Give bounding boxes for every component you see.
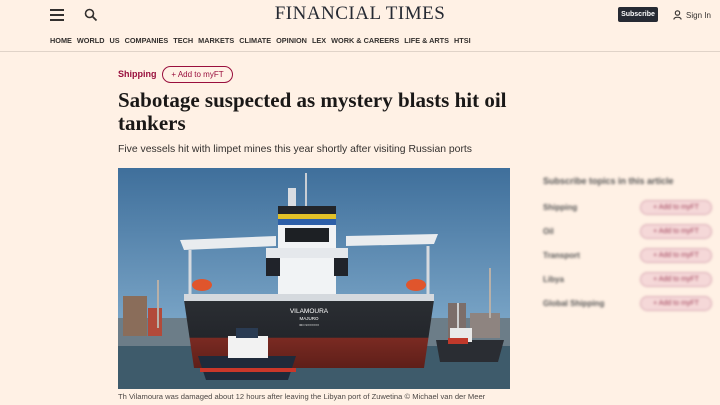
sidebar-topic-label: Transport (543, 251, 580, 260)
ft-logo[interactable]: FINANCIAL TIMES (0, 3, 720, 25)
user-icon (673, 10, 682, 20)
photo-caption: Th Vilamoura was damaged about 12 hours … (118, 392, 486, 401)
sidebar-follow-button[interactable]: + Add to myFT (640, 200, 712, 215)
nav-opinion[interactable]: OPINION (276, 36, 307, 45)
sign-in-link[interactable]: Sign In (673, 8, 711, 22)
sidebar-follow-button[interactable]: + Add to myFT (640, 248, 712, 263)
nav-world[interactable]: WORLD (77, 36, 105, 45)
sidebar-topic-label: Global Shipping (543, 299, 605, 308)
ship-port-text: MAJURO (300, 316, 319, 321)
nav-tech[interactable]: TECH (173, 36, 193, 45)
nav-markets[interactable]: MARKETS (198, 36, 234, 45)
nav-climate[interactable]: CLIMATE (239, 36, 271, 45)
nav-home[interactable]: HOME (50, 36, 72, 45)
nav-lex[interactable]: LEX (312, 36, 326, 45)
sidebar-topic-label: Libya (543, 275, 564, 284)
ship-imo-text: IMO 9XXXXXX (299, 323, 319, 327)
main-nav: HOME WORLD US COMPANIES TECH MARKETS CLI… (50, 36, 471, 45)
add-to-myft-button[interactable]: + Add to myFT (162, 66, 233, 83)
sidebar-topic-label: Oil (543, 227, 554, 236)
topic-link[interactable]: Shipping (118, 69, 157, 79)
nav-life-arts[interactable]: LIFE & ARTS (404, 36, 449, 45)
article-photo: VILAMOURA MAJURO IMO 9XXXXXX (118, 168, 510, 389)
nav-work-careers[interactable]: WORK & CAREERS (331, 36, 399, 45)
article-standfirst: Five vessels hit with limpet mines this … (118, 144, 472, 155)
sidebar-follow-button[interactable]: + Add to myFT (640, 224, 712, 239)
sidebar-follow-button[interactable]: + Add to myFT (640, 272, 712, 287)
follow-topics-sidebar: Subscribe topics in this article Shippin… (543, 176, 713, 323)
nav-companies[interactable]: COMPANIES (125, 36, 169, 45)
sign-in-label: Sign In (686, 10, 711, 20)
ship-name-text: VILAMOURA (290, 308, 329, 315)
nav-htsi[interactable]: HTSI (454, 36, 471, 45)
sidebar-follow-button[interactable]: + Add to myFT (640, 296, 712, 311)
site-header: FINANCIAL TIMES Subscribe Sign In HOME W… (0, 0, 720, 52)
sidebar-topic-label: Shipping (543, 203, 578, 212)
sidebar-topic-row: Global Shipping + Add to myFT (543, 296, 713, 323)
subscribe-button[interactable]: Subscribe (618, 7, 658, 22)
article-headline: Sabotage suspected as mystery blasts hit… (118, 88, 507, 135)
sidebar-heading: Subscribe topics in this article (543, 176, 674, 186)
nav-us[interactable]: US (109, 36, 119, 45)
